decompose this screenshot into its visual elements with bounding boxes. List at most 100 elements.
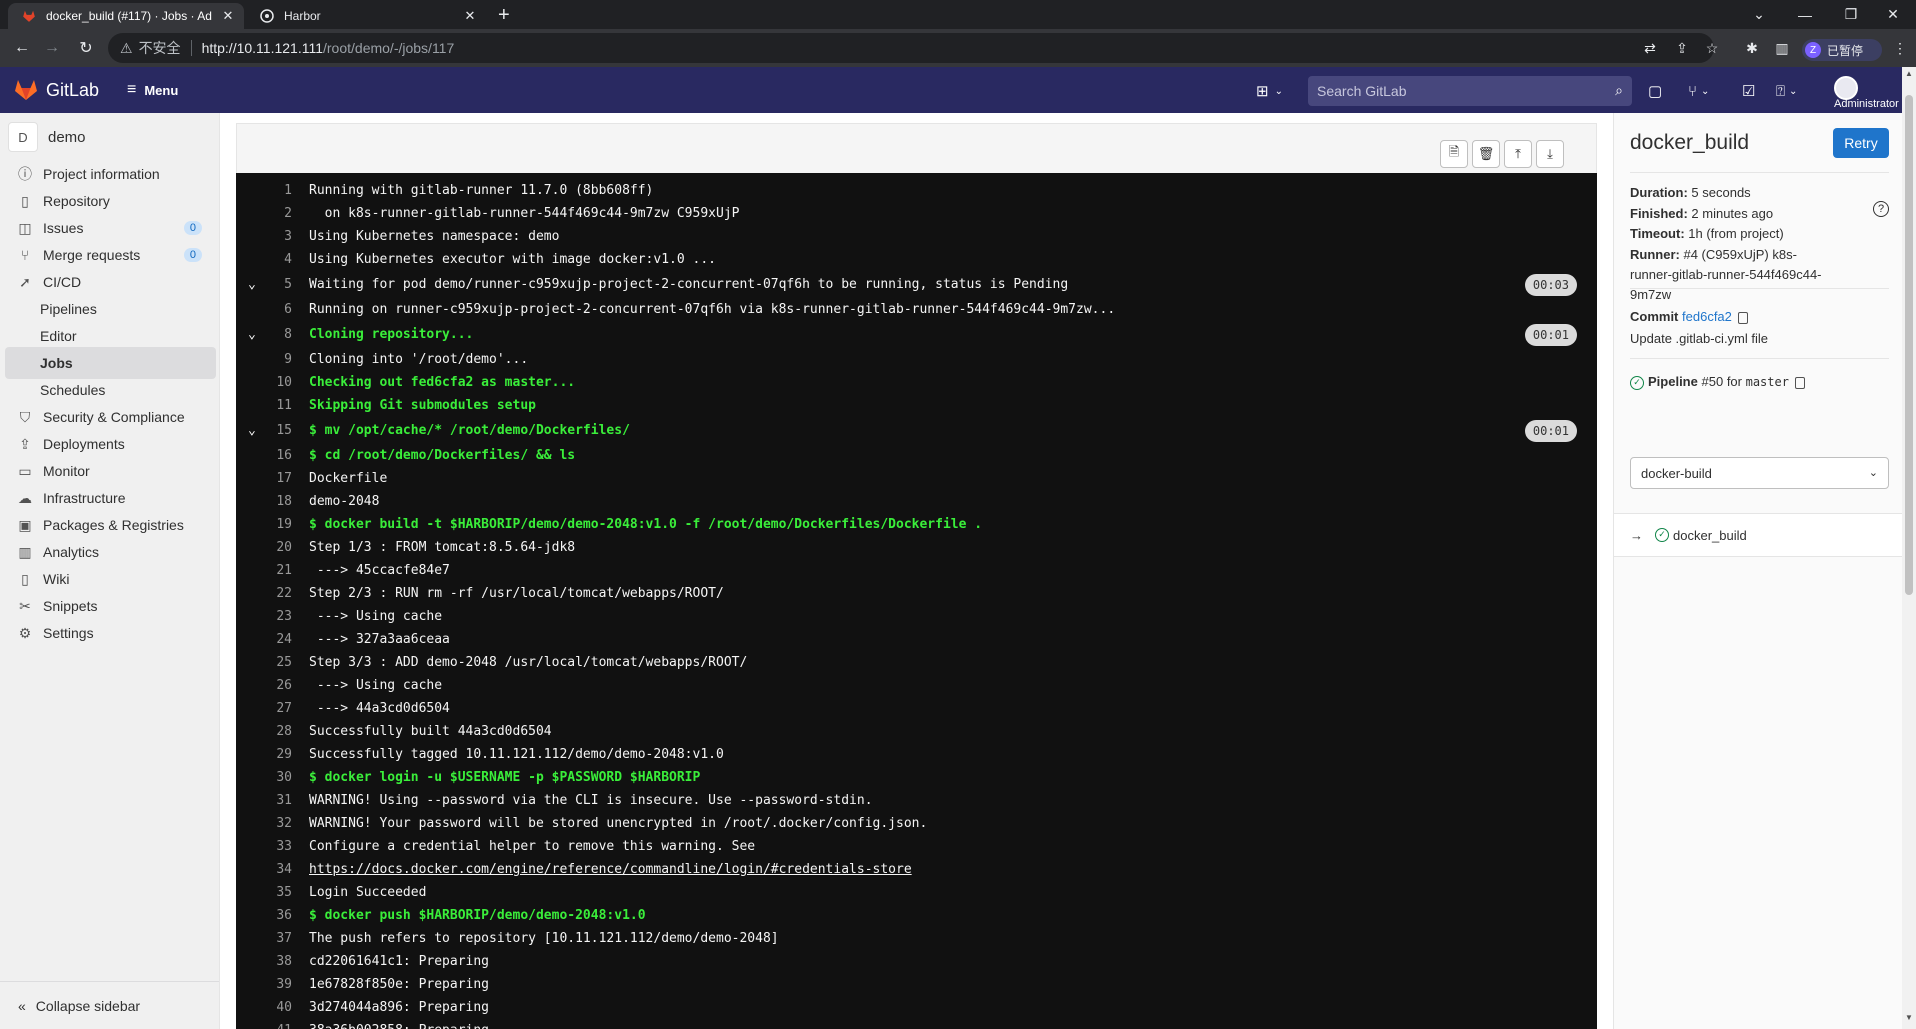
search-input[interactable]: Search GitLab ⌕ <box>1308 76 1632 106</box>
browser-tab-active[interactable]: docker_build (#117) · Jobs · Ad ✕ <box>8 3 244 29</box>
line-number[interactable]: 2 <box>256 202 292 225</box>
line-number[interactable]: 36 <box>256 904 292 927</box>
line-number[interactable]: 15 <box>256 417 292 444</box>
gitlab-home-link[interactable]: GitLab <box>14 79 99 101</box>
log-section-header[interactable]: ⌄ 8 Cloning repository... 00:01 <box>236 321 1597 348</box>
help-icon[interactable]: ⍰ ⌄ <box>1776 81 1797 101</box>
scroll-up-icon: ⤒ <box>1515 146 1521 161</box>
profile-status: 已暂停 <box>1827 43 1864 58</box>
line-number[interactable]: 26 <box>256 674 292 697</box>
line-number[interactable]: 5 <box>256 271 292 298</box>
menu-button[interactable]: ≡ Menu <box>127 81 178 99</box>
reload-icon[interactable]: ↻ <box>76 38 96 58</box>
line-number[interactable]: 24 <box>256 628 292 651</box>
scrollbar-thumb[interactable] <box>1905 95 1913 595</box>
line-number[interactable]: 31 <box>256 789 292 812</box>
line-number[interactable]: 21 <box>256 559 292 582</box>
project-link[interactable]: D demo <box>8 119 86 155</box>
bookmark-star-icon[interactable]: ☆ <box>1702 38 1722 58</box>
back-icon[interactable]: ← <box>12 38 32 58</box>
scroll-to-bottom-button[interactable]: ⤓ <box>1536 140 1564 168</box>
log-section-header[interactable]: ⌄ 5 Waiting for pod demo/runner-c959xujp-p… <box>236 271 1597 298</box>
user-menu[interactable]: Administrator <box>1834 76 1904 112</box>
line-number[interactable]: 33 <box>256 835 292 858</box>
scroll-down-icon[interactable]: ▼ <box>1902 1013 1916 1027</box>
line-number[interactable]: 6 <box>256 298 292 321</box>
line-number[interactable]: 39 <box>256 973 292 996</box>
line-number[interactable]: 28 <box>256 720 292 743</box>
line-number[interactable]: 11 <box>256 394 292 417</box>
line-number[interactable]: 35 <box>256 881 292 904</box>
menu-label: Menu <box>144 82 179 98</box>
forward-icon[interactable]: → <box>42 38 62 58</box>
stage-select[interactable]: docker-build ⌄ <box>1630 457 1889 489</box>
pipeline-id[interactable]: #50 <box>1701 374 1723 389</box>
line-number[interactable]: 16 <box>256 444 292 467</box>
collapse-sidebar-button[interactable]: « Collapse sidebar <box>0 981 219 1029</box>
browser-menu-icon[interactable]: ⋮ <box>1890 38 1910 58</box>
line-number[interactable]: 23 <box>256 605 292 628</box>
line-number[interactable]: 4 <box>256 248 292 271</box>
retry-button[interactable]: Retry <box>1833 128 1889 158</box>
todo-icon[interactable]: ☑ <box>1742 81 1755 101</box>
search-icon: ⌕ <box>1615 82 1623 98</box>
sidebar-item-settings[interactable]: ⚙ Settings <box>5 617 216 649</box>
line-number[interactable]: 9 <box>256 348 292 371</box>
page-scrollbar[interactable]: ▲ ▼ <box>1902 67 1916 1029</box>
line-number[interactable]: 34 <box>256 858 292 881</box>
extensions-icon[interactable]: ✱ <box>1742 38 1762 58</box>
log-text: Using Kubernetes namespace: demo <box>309 229 560 244</box>
copy-icon[interactable] <box>1737 311 1748 324</box>
line-number[interactable]: 8 <box>256 321 292 348</box>
log-line: 21 ---> 45ccacfe84e7 <box>236 559 1597 582</box>
side-panel-icon[interactable]: ▥ <box>1772 38 1792 58</box>
create-new-icon[interactable]: ⊞ ⌄ <box>1256 81 1283 101</box>
log-link[interactable]: https://docs.docker.com/engine/reference… <box>309 858 912 881</box>
line-number[interactable]: 17 <box>256 467 292 490</box>
scroll-to-top-button[interactable]: ⤒ <box>1504 140 1532 168</box>
erase-log-button[interactable]: 🗑 <box>1472 140 1500 168</box>
issues-icon[interactable]: ▢ <box>1648 81 1662 101</box>
line-number[interactable]: 19 <box>256 513 292 536</box>
chevron-down-icon[interactable]: ⌄ <box>248 271 256 298</box>
line-number[interactable]: 1 <box>256 179 292 202</box>
line-number[interactable]: 3 <box>256 225 292 248</box>
commit-sha-link[interactable]: fed6cfa2 <box>1682 309 1732 324</box>
help-icon[interactable]: ? <box>1873 201 1889 217</box>
minimize-icon[interactable]: — <box>1782 0 1828 29</box>
line-number[interactable]: 27 <box>256 697 292 720</box>
line-number[interactable]: 29 <box>256 743 292 766</box>
pipeline-ref[interactable]: master <box>1746 375 1789 389</box>
address-bar[interactable]: ⚠ 不安全 http://10.11.121.111/root/demo/-/j… <box>108 33 1714 63</box>
merge-requests-icon[interactable]: ⑂ ⌄ <box>1688 81 1709 101</box>
line-number[interactable]: 32 <box>256 812 292 835</box>
chevron-down-icon[interactable]: ⌄ <box>248 321 256 348</box>
restore-icon[interactable]: ❐ <box>1828 0 1874 29</box>
raw-log-button[interactable]: 🗎 <box>1440 140 1468 168</box>
line-number[interactable]: 20 <box>256 536 292 559</box>
line-number[interactable]: 40 <box>256 996 292 1019</box>
browser-tab[interactable]: Harbor ✕ <box>246 3 486 29</box>
close-tab-icon[interactable]: ✕ <box>462 8 478 24</box>
copy-icon[interactable] <box>1794 376 1805 389</box>
new-tab-icon[interactable]: + <box>498 5 510 25</box>
scroll-up-icon[interactable]: ▲ <box>1902 69 1916 83</box>
line-number[interactable]: 25 <box>256 651 292 674</box>
log-section-header[interactable]: ⌄ 15 $ mv /opt/cache/* /root/demo/Dockerfi… <box>236 417 1597 444</box>
line-number[interactable]: 30 <box>256 766 292 789</box>
close-window-icon[interactable]: ✕ <box>1870 0 1916 29</box>
tab-search-icon[interactable]: ⌄ <box>1736 0 1782 29</box>
profile-button[interactable]: Z 已暂停 <box>1802 39 1882 61</box>
share-icon[interactable]: ⇪ <box>1672 38 1692 58</box>
line-number[interactable]: 41 <box>256 1019 292 1029</box>
line-number[interactable]: 10 <box>256 371 292 394</box>
translate-icon[interactable]: ⇄ <box>1640 38 1660 58</box>
line-number[interactable]: 37 <box>256 927 292 950</box>
line-number[interactable]: 38 <box>256 950 292 973</box>
line-number[interactable]: 22 <box>256 582 292 605</box>
chevron-down-icon[interactable]: ⌄ <box>248 417 256 444</box>
close-tab-icon[interactable]: ✕ <box>220 8 236 24</box>
line-number[interactable]: 18 <box>256 490 292 513</box>
job-list-item[interactable]: → ✓ docker_build <box>1614 513 1902 557</box>
log-text: 1e67828f850e: Preparing <box>309 977 490 992</box>
